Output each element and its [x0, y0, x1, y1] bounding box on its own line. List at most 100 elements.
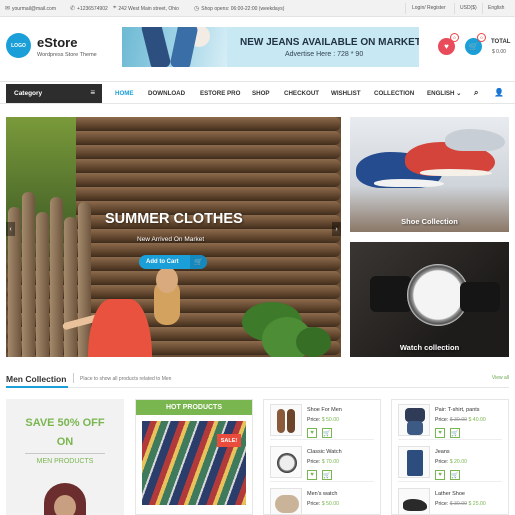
nav-estore-pro[interactable]: ESTORE PRO [200, 90, 240, 97]
add-to-cart-icon-button[interactable]: 🛒 [450, 470, 460, 480]
banner-jeans-image [122, 27, 227, 67]
hot-product-image[interactable]: SALE! [142, 421, 246, 505]
section-title: Men Collection [6, 374, 67, 384]
product-thumbnail[interactable] [398, 446, 430, 478]
cart-icon: 🛒 [190, 255, 207, 269]
add-to-cart-icon-button[interactable]: 🛒 [322, 428, 332, 438]
product-thumbnail[interactable] [270, 446, 302, 478]
men-promo-card[interactable]: SAVE 50% OFF ON MEN PRODUCTS [6, 399, 124, 515]
add-to-cart-label: Add to Cart [146, 259, 179, 265]
product-name[interactable]: Men's watch [307, 491, 337, 497]
wishlist-heart-button[interactable]: ♥ [435, 470, 445, 480]
search-icon[interactable]: ⌕ [474, 88, 478, 98]
hours-info: ◷ Shop opens: 06:00-22:00 (weekdays) [194, 5, 284, 13]
location-icon: ⌖ [113, 5, 117, 11]
header-ad-banner[interactable]: NEW JEANS AVAILABLE ON MARKET Advertise … [122, 27, 419, 67]
view-all-link[interactable]: View all [492, 375, 509, 381]
nav-language[interactable]: ENGLISH ⌄ [427, 90, 461, 97]
wishlist-heart-button[interactable]: ♥ [435, 428, 445, 438]
list-item[interactable]: Lather Shoe Price: $ 30.00 $ 25.00 [392, 484, 508, 514]
hot-products-title: HOT PRODUCTS [136, 400, 252, 415]
currency-selector[interactable]: USD($) [460, 5, 477, 11]
nav-shop[interactable]: SHOP [252, 90, 270, 97]
add-to-cart-icon-button[interactable]: 🛒 [450, 428, 460, 438]
nav-collection[interactable]: COLLECTION [374, 90, 414, 97]
product-name[interactable]: Classic Watch [307, 449, 342, 455]
promo-line-2: ON [56, 436, 74, 448]
wishlist-heart-button[interactable]: ♥ [307, 428, 317, 438]
nav-checkout[interactable]: CHECKOUT [284, 90, 319, 97]
site-title[interactable]: eStore [37, 35, 77, 50]
product-price: Price: $ 30.00 $ 40.00 [435, 417, 486, 423]
divider [405, 3, 406, 14]
phone-info: ✆ +1236574902 [70, 5, 108, 13]
wishlist-heart-button[interactable]: ♥ [307, 470, 317, 480]
main-navigation: Category ≡ HOME DOWNLOAD ESTORE PRO SHOP … [0, 81, 515, 104]
currency-text: USD($) [460, 5, 477, 11]
product-thumbnail[interactable] [398, 488, 430, 514]
shoe-collection-caption: Shoe Collection [401, 217, 458, 226]
cart-total-label: TOTAL [491, 39, 511, 45]
add-to-cart-icon-button[interactable]: 🛒 [322, 470, 332, 480]
product-name[interactable]: Jeans [435, 449, 450, 455]
section-description: Place to show all products related to Me… [80, 376, 172, 382]
site-tagline: Wordpress Store Theme [37, 52, 97, 58]
product-price: Price: $ 30.00 $ 25.00 [435, 501, 486, 507]
nav-wishlist[interactable]: WISHLIST [331, 90, 361, 97]
top-bar: ✉ yourmail@mail.com ✆ +1236574902 ⌖ 242 Wes… [0, 0, 515, 17]
phone-text: +1236574902 [77, 5, 108, 12]
hamburger-icon: ≡ [90, 88, 95, 97]
list-item[interactable]: Pair: T-shirt, pants Price: $ 30.00 $ 40… [392, 400, 508, 440]
list-item[interactable]: Shoe For Men Price: $ 50.00 ♥ 🛒 [264, 400, 380, 440]
site-logo[interactable]: LOGO [6, 33, 31, 58]
product-price: Price: $ 70.00 [307, 459, 340, 465]
product-thumbnail[interactable] [270, 404, 302, 436]
user-icon[interactable]: 👤 [494, 88, 504, 97]
product-list-2: Pair: T-shirt, pants Price: $ 30.00 $ 40… [391, 399, 509, 515]
category-label: Category [14, 90, 43, 97]
product-name[interactable]: Lather Shoe [435, 491, 465, 497]
product-name[interactable]: Pair: T-shirt, pants [435, 407, 480, 413]
divider [454, 3, 455, 14]
product-thumbnail[interactable] [270, 488, 302, 514]
wishlist-count-badge: 0 [450, 33, 459, 42]
section-underline [6, 386, 68, 388]
chevron-down-icon: ⌄ [456, 90, 462, 97]
add-to-cart-button[interactable]: Add to Cart 🛒 [139, 255, 207, 269]
nav-download[interactable]: DOWNLOAD [148, 90, 185, 97]
slider-title: SUMMER CLOTHES [105, 211, 243, 227]
divider [482, 3, 483, 14]
promo-divider [25, 453, 105, 454]
nav-language-label: ENGLISH [427, 90, 455, 97]
nav-home[interactable]: HOME [115, 90, 134, 97]
product-name[interactable]: Shoe For Men [307, 407, 342, 413]
watch-collection-promo[interactable]: Watch collection [350, 242, 509, 357]
list-item[interactable]: Jeans Price: $ 20.00 ♥ 🛒 [392, 442, 508, 482]
logo-text: LOGO [11, 42, 26, 49]
address-text: 242 West Main street, Ohio [118, 5, 179, 12]
login-register-link[interactable]: Login/ Register [412, 5, 446, 11]
cart-total-value: $ 0.00 [492, 49, 506, 55]
product-price: Price: $ 50.00 [307, 501, 340, 507]
list-item[interactable]: Classic Watch Price: $ 70.00 ♥ 🛒 [264, 442, 380, 482]
slider-prev-arrow[interactable]: ‹ [6, 222, 15, 236]
slider-subtitle: New Arrived On Market [137, 236, 205, 243]
shoe-collection-promo[interactable]: Shoe Collection [350, 117, 509, 232]
category-menu-button[interactable]: Category ≡ [6, 84, 102, 103]
list-item[interactable]: Men's watch Price: $ 50.00 [264, 484, 380, 514]
language-text: English [488, 5, 505, 11]
product-price: Price: $ 50.00 [307, 417, 340, 423]
heart-icon: ♥ [444, 42, 449, 51]
banner-title: NEW JEANS AVAILABLE ON MARKET [240, 37, 419, 48]
product-thumbnail[interactable] [398, 404, 430, 436]
slider-next-arrow[interactable]: › [332, 222, 341, 236]
phone-icon: ✆ [70, 6, 76, 12]
login-text: Login/ Register [412, 5, 446, 11]
language-selector[interactable]: English [488, 5, 504, 11]
product-price: Price: $ 20.00 [435, 459, 468, 465]
hot-products-card: HOT PRODUCTS SALE! [135, 399, 253, 515]
sale-badge: SALE! [217, 434, 241, 447]
email-info[interactable]: ✉ yourmail@mail.com [5, 5, 56, 13]
cart-count-badge: 0 [477, 33, 486, 42]
address-info: ⌖ 242 West Main street, Ohio [113, 5, 179, 12]
